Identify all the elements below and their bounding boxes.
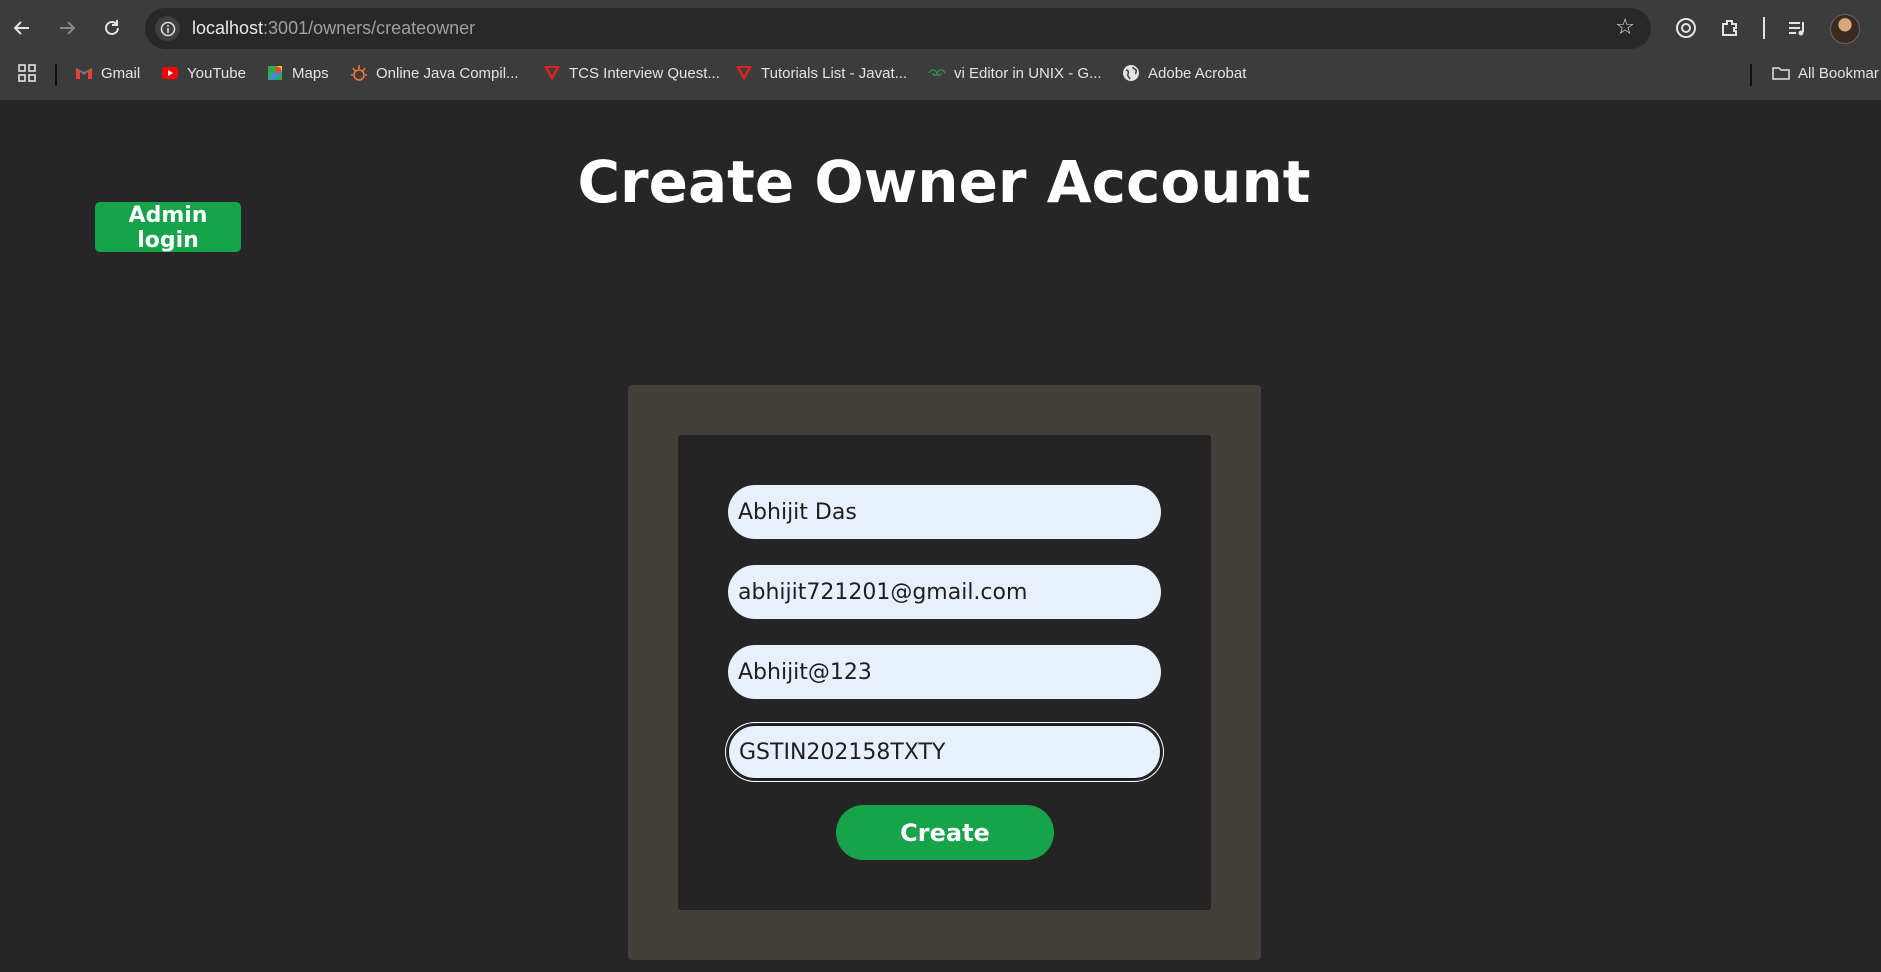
all-bookmarks-label: All Bookmar <box>1798 64 1879 82</box>
browser-chrome: localhost:3001/owners/createowner ☆ Gmai… <box>0 0 1881 100</box>
page-content: Create Owner Account Admin login Create <box>0 100 1881 972</box>
media-controls-icon[interactable] <box>1781 12 1813 44</box>
bookmark-vi-editor[interactable]: vi Editor in UNIX - G... <box>928 64 1102 82</box>
bookmark-maps[interactable]: Maps <box>266 64 329 82</box>
javatpoint-icon <box>735 64 753 82</box>
folder-icon <box>1772 64 1790 82</box>
gstin-input[interactable] <box>728 725 1161 779</box>
bookmarks-divider <box>55 64 57 86</box>
javatpoint-icon <box>543 64 561 82</box>
maps-icon <box>266 64 284 82</box>
browser-toolbar: localhost:3001/owners/createowner ☆ <box>0 0 1881 56</box>
bookmark-label: Tutorials List - Javat... <box>761 64 908 82</box>
profile-avatar[interactable] <box>1830 14 1860 44</box>
password-input[interactable] <box>728 645 1161 699</box>
globe-icon <box>1122 64 1140 82</box>
bookmark-online-java-compiler[interactable]: Online Java Compil... <box>350 64 519 82</box>
bookmark-label: Online Java Compil... <box>376 64 519 82</box>
apps-grid-icon[interactable] <box>18 64 36 82</box>
all-bookmarks-folder[interactable]: All Bookmar <box>1772 64 1879 82</box>
page-title: Create Owner Account <box>577 148 1311 216</box>
bookmark-label: Maps <box>292 64 329 82</box>
reload-icon[interactable] <box>96 12 128 44</box>
form-outer-panel: Create <box>628 385 1261 960</box>
bookmark-label: Gmail <box>101 64 141 82</box>
youtube-icon <box>161 64 179 82</box>
back-arrow-icon[interactable] <box>6 12 38 44</box>
url-text[interactable]: localhost:3001/owners/createowner <box>192 18 475 39</box>
gmail-icon <box>75 64 93 82</box>
name-input[interactable] <box>728 485 1161 539</box>
bookmark-label: vi Editor in UNIX - G... <box>954 64 1102 82</box>
email-input[interactable] <box>728 565 1161 619</box>
bookmark-tcs-interview[interactable]: TCS Interview Quest... <box>543 64 720 82</box>
bookmark-tutorials-list[interactable]: Tutorials List - Javat... <box>735 64 907 82</box>
toolbar-divider <box>1763 17 1765 39</box>
bookmark-label: YouTube <box>187 64 246 82</box>
bookmarks-divider <box>1750 64 1752 86</box>
bookmark-star-icon[interactable]: ☆ <box>1615 15 1635 40</box>
create-owner-form: Create <box>678 435 1211 910</box>
address-bar[interactable]: localhost:3001/owners/createowner ☆ <box>145 8 1651 49</box>
site-info-icon[interactable] <box>155 16 180 41</box>
url-host: localhost <box>192 18 264 38</box>
extensions-icon[interactable] <box>1714 12 1746 44</box>
bookmark-label: Adobe Acrobat <box>1148 64 1247 82</box>
bookmark-label: TCS Interview Quest... <box>569 64 720 82</box>
lens-icon[interactable] <box>1670 12 1702 44</box>
geeksforgeeks-icon <box>928 64 946 82</box>
forward-arrow-icon[interactable] <box>51 12 83 44</box>
bookmarks-bar: Gmail YouTube Maps Online Java Compil...… <box>0 58 1881 92</box>
java-compiler-icon <box>350 64 368 82</box>
url-path: :3001/owners/createowner <box>263 18 476 38</box>
create-button[interactable]: Create <box>836 805 1054 860</box>
admin-login-button[interactable]: Admin login <box>95 202 241 253</box>
bookmark-gmail[interactable]: Gmail <box>75 64 140 82</box>
bookmark-youtube[interactable]: YouTube <box>161 64 246 82</box>
bookmark-adobe-acrobat[interactable]: Adobe Acrobat <box>1122 64 1246 82</box>
